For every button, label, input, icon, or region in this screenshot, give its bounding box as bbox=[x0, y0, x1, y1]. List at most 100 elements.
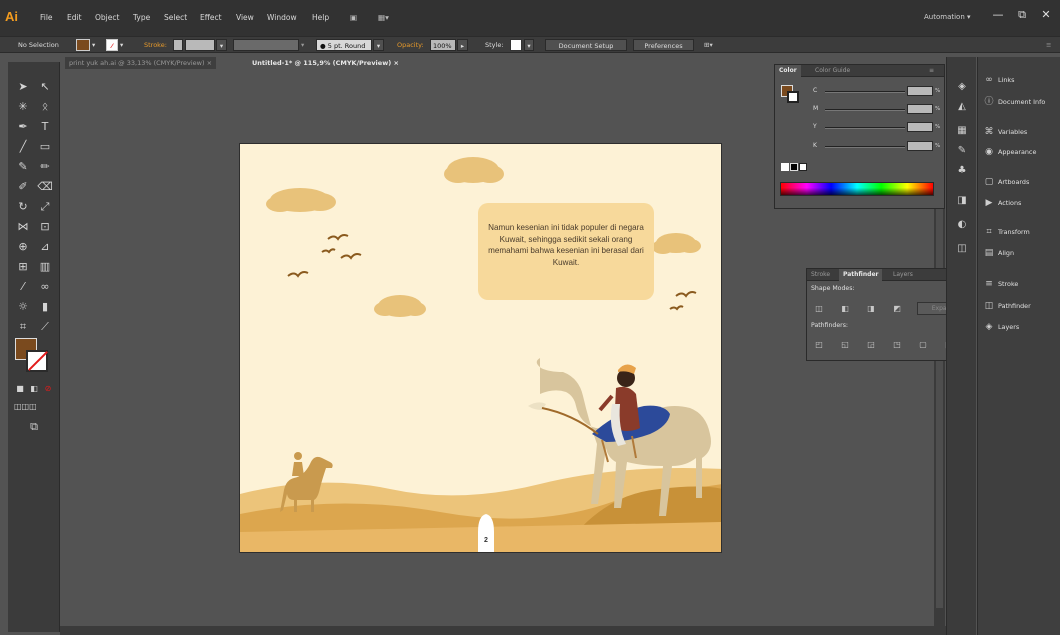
graphic-style-swatch[interactable] bbox=[510, 39, 522, 51]
color-spectrum[interactable] bbox=[780, 182, 934, 196]
brushes-icon[interactable]: ✎ bbox=[954, 143, 970, 159]
side-item-document-info[interactable]: ⓘ Document Info bbox=[982, 93, 1045, 111]
white-color-icon[interactable] bbox=[799, 163, 807, 171]
graphic-styles-icon[interactable]: ◫ bbox=[954, 241, 970, 257]
opacity-field[interactable]: 100% bbox=[430, 39, 456, 51]
side-item-variables[interactable]: ⌘ Variables bbox=[982, 123, 1028, 141]
type-tool-icon[interactable]: T bbox=[36, 118, 54, 136]
rotate-tool-icon[interactable]: ↻ bbox=[14, 198, 32, 216]
tab-print-yuk-ah[interactable]: print yuk ah.ai @ 33,13% (CMYK/Preview) … bbox=[65, 57, 217, 69]
side-item-actions[interactable]: ▶ Actions bbox=[982, 194, 1022, 212]
color-guide-icon[interactable]: ◭ bbox=[954, 99, 970, 115]
stroke-weight-field[interactable] bbox=[185, 39, 215, 51]
side-item-appearance[interactable]: ◉ Appearance bbox=[982, 143, 1036, 161]
column-graph-tool-icon[interactable]: ▮ bbox=[36, 298, 54, 316]
symbols-icon[interactable]: ♣ bbox=[954, 163, 970, 179]
slice-tool-icon[interactable]: ⟋ bbox=[36, 318, 54, 336]
restore-button[interactable]: ⧉ bbox=[1012, 7, 1032, 25]
side-item-artboards[interactable]: ▢ Artboards bbox=[982, 173, 1030, 191]
control-panel-menu-icon[interactable]: ≡ bbox=[1046, 39, 1051, 51]
variable-width-profile[interactable] bbox=[233, 39, 299, 51]
rectangle-tool-icon[interactable]: ▭ bbox=[36, 138, 54, 156]
outline-icon[interactable]: ▢ bbox=[917, 339, 929, 350]
eraser-tool-icon[interactable]: ⌫ bbox=[36, 178, 54, 196]
blend-tool-icon[interactable]: ∞ bbox=[36, 278, 54, 296]
brush-definition[interactable]: ● 5 pt. Round bbox=[316, 39, 372, 51]
stroke-weight-stepper[interactable] bbox=[173, 39, 183, 51]
artboard-tool-icon[interactable]: ⌗ bbox=[14, 318, 32, 336]
magenta-value-field[interactable] bbox=[907, 104, 933, 114]
document-setup-button[interactable]: Document Setup bbox=[545, 39, 627, 51]
free-transform-tool-icon[interactable]: ⊡ bbox=[36, 218, 54, 236]
unite-icon[interactable]: ◫ bbox=[813, 303, 825, 314]
opacity-label[interactable]: Opacity: bbox=[397, 39, 424, 51]
direct-selection-tool-icon[interactable]: ↖ bbox=[36, 78, 54, 96]
scale-tool-icon[interactable]: ⤢ bbox=[36, 198, 54, 216]
shape-builder-tool-icon[interactable]: ⊕ bbox=[14, 238, 32, 256]
side-item-transform[interactable]: ⌗ Transform bbox=[982, 223, 1029, 241]
line-tool-icon[interactable]: ╱ bbox=[14, 138, 32, 156]
mesh-tool-icon[interactable]: ⊞ bbox=[14, 258, 32, 276]
menu-window[interactable]: Window bbox=[267, 13, 297, 22]
tab-layers[interactable]: Layers bbox=[889, 269, 917, 281]
merge-icon[interactable]: ◲ bbox=[865, 339, 877, 350]
black-color-icon[interactable] bbox=[790, 163, 798, 171]
menu-file[interactable]: File bbox=[40, 13, 53, 22]
side-item-pathfinder[interactable]: ◫ Pathfinder bbox=[982, 297, 1031, 315]
stroke-label[interactable]: Stroke: bbox=[144, 39, 167, 51]
drawing-modes-icon[interactable]: ◫◫◫ bbox=[14, 398, 37, 416]
side-item-layers[interactable]: ◈ Layers bbox=[982, 318, 1020, 336]
magenta-slider[interactable] bbox=[825, 109, 905, 111]
stroke-weight-dropdown-icon[interactable]: ▾ bbox=[216, 39, 227, 51]
narration-box[interactable]: Namun kesenian ini tidak populer di nega… bbox=[478, 203, 654, 300]
workspace-switcher[interactable]: Automation ▾ bbox=[924, 13, 971, 21]
menu-help[interactable]: Help bbox=[312, 13, 329, 22]
opacity-dropdown-icon[interactable]: ▸ bbox=[457, 39, 468, 51]
perspective-grid-tool-icon[interactable]: ⊿ bbox=[36, 238, 54, 256]
tab-stroke[interactable]: Stroke bbox=[807, 269, 834, 281]
gradient-tool-icon[interactable]: ▥ bbox=[36, 258, 54, 276]
minimize-button[interactable]: — bbox=[988, 7, 1008, 25]
cyan-value-field[interactable] bbox=[907, 86, 933, 96]
bridge-icon[interactable]: ▣ bbox=[350, 13, 357, 22]
tab-color-guide[interactable]: Color Guide bbox=[811, 65, 854, 77]
menu-type[interactable]: Type bbox=[133, 13, 150, 22]
pencil-tool-icon[interactable]: ✏ bbox=[36, 158, 54, 176]
transparency-icon[interactable]: ◐ bbox=[954, 217, 970, 233]
magic-wand-tool-icon[interactable]: ✳ bbox=[14, 98, 32, 116]
symbol-sprayer-tool-icon[interactable]: ☼ bbox=[14, 298, 32, 316]
swatches-icon[interactable]: ▦ bbox=[954, 123, 970, 139]
exclude-icon[interactable]: ◩ bbox=[891, 303, 903, 314]
yellow-value-field[interactable] bbox=[907, 122, 933, 132]
trim-icon[interactable]: ◱ bbox=[839, 339, 851, 350]
stroke-dropdown-icon[interactable]: ▾ bbox=[120, 39, 123, 51]
cyan-slider[interactable] bbox=[825, 91, 905, 93]
narration-text[interactable]: Namun kesenian ini tidak populer di nega… bbox=[478, 222, 654, 268]
stroke-none-swatch[interactable]: ⁄ bbox=[106, 39, 118, 51]
selection-tool-icon[interactable]: ➤ bbox=[14, 78, 32, 96]
side-item-stroke[interactable]: ≡ Stroke bbox=[982, 275, 1018, 293]
lasso-tool-icon[interactable]: ᛟ bbox=[36, 98, 54, 116]
tab-untitled-1[interactable]: Untitled-1* @ 115,9% (CMYK/Preview) × bbox=[248, 57, 403, 69]
minus-front-icon[interactable]: ◧ bbox=[839, 303, 851, 314]
menu-edit[interactable]: Edit bbox=[67, 13, 82, 22]
menu-view[interactable]: View bbox=[236, 13, 254, 22]
side-item-links[interactable]: ∞ Links bbox=[982, 71, 1014, 89]
blob-brush-tool-icon[interactable]: ✐ bbox=[14, 178, 32, 196]
divide-icon[interactable]: ◰ bbox=[813, 339, 825, 350]
pen-tool-icon[interactable]: ✒ bbox=[14, 118, 32, 136]
paintbrush-tool-icon[interactable]: ✎ bbox=[14, 158, 32, 176]
none-mode-icon[interactable]: ⊘ bbox=[39, 380, 57, 398]
color-stroke-swatch[interactable] bbox=[787, 91, 799, 103]
arrange-documents-icon[interactable]: ▦▾ bbox=[378, 13, 389, 22]
menu-effect[interactable]: Effect bbox=[200, 13, 222, 22]
tab-color[interactable]: Color bbox=[775, 65, 801, 77]
profile-dropdown-icon[interactable]: ▾ bbox=[301, 39, 304, 51]
gradient-panel-icon[interactable]: ◨ bbox=[954, 193, 970, 209]
preferences-button[interactable]: Preferences bbox=[633, 39, 694, 51]
tab-close-icon[interactable]: × bbox=[393, 59, 398, 67]
fill-color-swatch[interactable] bbox=[76, 39, 90, 51]
panel-menu-icon[interactable]: ≡ bbox=[925, 65, 938, 77]
side-item-align[interactable]: ▤ Align bbox=[982, 244, 1014, 262]
color-panel-icon[interactable]: ◈ bbox=[954, 79, 970, 95]
